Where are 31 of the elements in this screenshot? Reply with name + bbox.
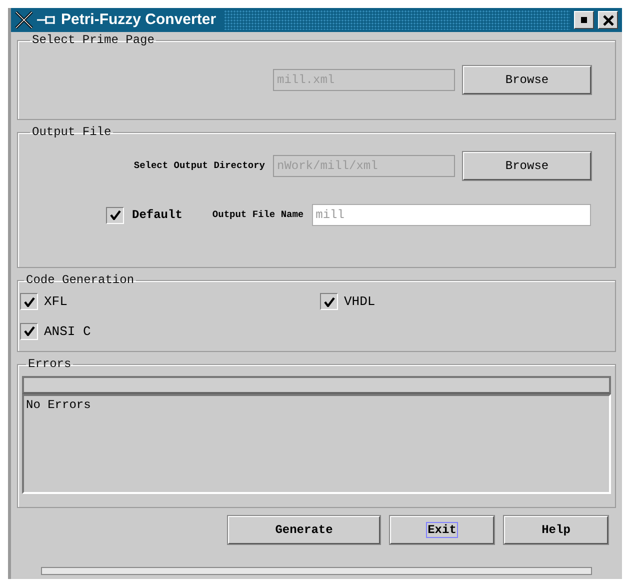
- dialog-button[interactable]: Help: [504, 516, 608, 544]
- checkbox[interactable]: [320, 293, 338, 310]
- group-title: Select Prime Page: [31, 34, 156, 46]
- checkbox[interactable]: [20, 322, 38, 340]
- checkbox-label: VHDL: [344, 293, 376, 311]
- checkbox-label: ANSI C: [44, 322, 91, 340]
- close-button[interactable]: [598, 11, 618, 29]
- check-icon: [24, 296, 34, 307]
- x-logo-icon: [15, 11, 33, 29]
- group-title: Errors: [27, 358, 72, 370]
- browse-button[interactable]: Browse: [463, 66, 591, 94]
- dialog-button[interactable]: Generate: [228, 516, 380, 544]
- close-icon: [602, 14, 614, 26]
- group-title: Code Generation: [25, 274, 136, 286]
- dialog-button[interactable]: Exit: [390, 516, 494, 544]
- minimize-icon: [581, 17, 587, 23]
- minimize-button[interactable]: [574, 11, 594, 29]
- check-icon: [24, 326, 34, 336]
- check-icon: [110, 210, 120, 220]
- group-title: Output File: [31, 126, 112, 138]
- check-icon: [324, 296, 334, 307]
- pin-icon: [37, 15, 57, 25]
- window-title: Petri-Fuzzy Converter: [61, 10, 216, 30]
- checkbox-label: Default: [132, 207, 182, 224]
- errors-text-area: No Errors: [22, 394, 611, 494]
- checkbox[interactable]: [20, 293, 38, 310]
- directory-label: Select Output Directory: [134, 158, 265, 173]
- file-name-label: Output File Name: [212, 208, 304, 222]
- checkbox-label: XFL: [44, 293, 68, 311]
- browse-button[interactable]: Browse: [463, 152, 591, 180]
- checkbox[interactable]: [106, 206, 124, 224]
